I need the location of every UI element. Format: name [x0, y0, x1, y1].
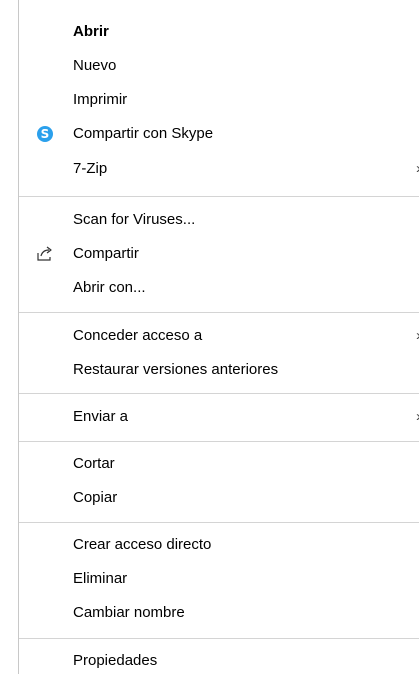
menu-item-label: Enviar a — [73, 408, 129, 425]
menu-item-label: Cortar — [73, 455, 115, 472]
menu-item-crear-acceso-directo[interactable]: Crear acceso directo — [19, 528, 419, 562]
menu-item-copiar[interactable]: Copiar — [19, 481, 419, 515]
menu-item-label: Compartir con Skype — [73, 125, 214, 142]
menu-item-compartir-skype[interactable]: S Compartir con Skype — [19, 117, 419, 151]
menu-item-label: Cambiar nombre — [73, 604, 185, 621]
menu-item-conceder-acceso[interactable]: Conceder acceso a › — [19, 319, 419, 353]
menu-item-cortar[interactable]: Cortar — [19, 447, 419, 481]
menu-item-label: Imprimir — [73, 91, 128, 108]
menu-item-label: Abrir — [73, 23, 109, 40]
menu-item-label: Crear acceso directo — [73, 536, 212, 553]
menu-item-compartir[interactable]: Compartir — [19, 237, 419, 271]
menu-item-scan-viruses[interactable]: Scan for Viruses... — [19, 203, 419, 237]
context-menu: Abrir Nuevo Imprimir S Compartir con Sky… — [18, 0, 419, 674]
menu-item-abrir-con[interactable]: Abrir con... — [19, 271, 419, 305]
menu-item-abrir[interactable]: Abrir — [19, 15, 419, 49]
menu-item-imprimir[interactable]: Imprimir — [19, 83, 419, 117]
menu-item-label: Propiedades — [73, 652, 158, 669]
menu-item-label: Compartir — [73, 245, 139, 262]
menu-item-label: Nuevo — [73, 57, 117, 74]
menu-separator — [19, 638, 419, 639]
menu-separator — [19, 441, 419, 442]
menu-separator — [19, 393, 419, 394]
menu-separator — [19, 196, 419, 197]
menu-item-label: Scan for Viruses... — [73, 211, 196, 228]
menu-item-cambiar-nombre[interactable]: Cambiar nombre — [19, 596, 419, 630]
menu-item-nuevo[interactable]: Nuevo — [19, 49, 419, 83]
menu-item-label: Eliminar — [73, 570, 128, 587]
menu-item-propiedades[interactable]: Propiedades — [19, 644, 419, 678]
menu-item-label: Restaurar versiones anteriores — [73, 361, 279, 378]
menu-item-label: Conceder acceso a — [73, 327, 203, 344]
menu-separator — [19, 312, 419, 313]
menu-item-restaurar-versiones[interactable]: Restaurar versiones anteriores — [19, 353, 419, 387]
menu-item-label: Abrir con... — [73, 279, 146, 296]
menu-item-enviar-a[interactable]: Enviar a › — [19, 400, 419, 434]
menu-item-7zip[interactable]: 7-Zip › — [19, 152, 419, 186]
skype-icon: S — [36, 125, 54, 143]
menu-item-label: 7-Zip — [73, 160, 108, 177]
menu-item-label: Copiar — [73, 489, 118, 506]
menu-separator — [19, 522, 419, 523]
share-icon — [36, 245, 54, 263]
menu-item-eliminar[interactable]: Eliminar — [19, 562, 419, 596]
